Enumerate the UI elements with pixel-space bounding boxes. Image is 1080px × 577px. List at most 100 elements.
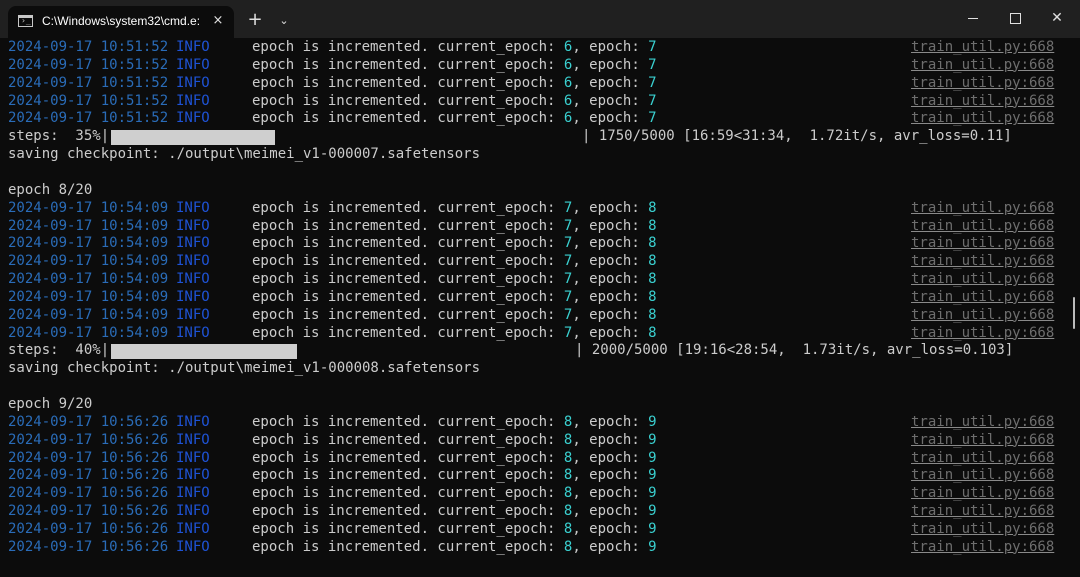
close-button[interactable]: ✕ <box>1034 0 1080 36</box>
log-line: 2024-09-17 10:54:09 INFO epoch is incremen… <box>8 253 1072 270</box>
chevron-down-icon[interactable]: ⌄ <box>274 10 294 32</box>
log-line: 2024-09-17 10:54:09 INFO epoch is incremen… <box>8 325 1072 342</box>
log-line: 2024-09-17 10:56:26 INFO epoch is incremen… <box>8 503 1072 520</box>
log-timestamp: 2024-09-17 10:54:09 <box>8 306 169 323</box>
log-timestamp: 2024-09-17 10:54:09 <box>8 324 169 341</box>
terminal-window: C:\Windows\system32\cmd.e: × + ⌄ ✕ 2024-… <box>0 0 1080 577</box>
log-separator: , epoch: <box>572 235 649 252</box>
log-source: train_util.py:668 <box>911 271 1055 288</box>
log-separator: , epoch: <box>572 271 649 288</box>
epoch-value: 8 <box>648 271 657 288</box>
log-separator: , epoch: <box>572 503 649 520</box>
scrollbar-thumb[interactable] <box>1073 297 1075 329</box>
log-message: epoch is incremented. current_epoch: 8, … <box>252 414 657 431</box>
log-message: epoch is incremented. current_epoch: 8, … <box>252 432 657 449</box>
log-line: 2024-09-17 10:54:09 INFO epoch is incremen… <box>8 235 1072 252</box>
log-line: 2024-09-17 10:51:52 INFO epoch is incremen… <box>8 39 1072 56</box>
log-line: 2024-09-17 10:51:52 INFO epoch is incremen… <box>8 110 1072 127</box>
log-line: 2024-09-17 10:54:09 INFO epoch is incremen… <box>8 200 1072 217</box>
checkpoint-text: saving checkpoint: ./output\meimei_v1-00… <box>8 146 481 163</box>
log-message: epoch is incremented. current_epoch: 7, … <box>252 253 657 270</box>
epoch-value: 9 <box>648 431 657 448</box>
log-level: INFO <box>176 538 210 555</box>
maximize-button[interactable] <box>992 0 1038 36</box>
epoch-value: 9 <box>648 503 657 520</box>
log-timestamp: 2024-09-17 10:54:09 <box>8 199 169 216</box>
log-timestamp: 2024-09-17 10:51:52 <box>8 74 169 91</box>
log-line: 2024-09-17 10:56:26 INFO epoch is incremen… <box>8 450 1072 467</box>
log-timestamp: 2024-09-17 10:54:09 <box>8 288 169 305</box>
log-timestamp: 2024-09-17 10:51:52 <box>8 110 169 127</box>
log-source: train_util.py:668 <box>911 253 1055 270</box>
log-message-text: epoch is incremented. current_epoch: <box>252 235 564 252</box>
new-tab-button[interactable]: + <box>244 10 266 32</box>
log-separator: , epoch: <box>572 39 649 55</box>
log-message-text: epoch is incremented. current_epoch: <box>252 217 564 234</box>
log-timestamp: 2024-09-17 10:54:09 <box>8 217 169 234</box>
terminal-icon <box>18 15 33 27</box>
log-message: epoch is incremented. current_epoch: 8, … <box>252 539 657 556</box>
log-source: train_util.py:668 <box>911 306 1055 323</box>
log-timestamp: 2024-09-17 10:56:26 <box>8 538 169 555</box>
log-separator: , epoch: <box>572 467 649 484</box>
epoch-value: 7 <box>648 56 657 73</box>
log-source: train_util.py:668 <box>911 74 1055 91</box>
log-level: INFO <box>176 271 210 288</box>
log-message-text: epoch is incremented. current_epoch: <box>252 92 564 109</box>
log-message: epoch is incremented. current_epoch: 7, … <box>252 271 657 288</box>
log-separator: , epoch: <box>572 306 649 323</box>
log-message-text: epoch is incremented. current_epoch: <box>252 485 564 502</box>
log-message: epoch is incremented. current_epoch: 6, … <box>252 39 657 56</box>
log-level: INFO <box>176 324 210 341</box>
log-timestamp: 2024-09-17 10:56:26 <box>8 520 169 537</box>
minimize-button[interactable] <box>950 0 996 36</box>
progress-bar-fill <box>111 130 276 146</box>
log-separator: , epoch: <box>572 324 649 341</box>
tab-title: C:\Windows\system32\cmd.e: <box>42 14 201 28</box>
epoch-value: 9 <box>648 449 657 466</box>
epoch-value: 8 <box>648 217 657 234</box>
log-source: train_util.py:668 <box>911 449 1055 466</box>
log-message-text: epoch is incremented. current_epoch: <box>252 199 564 216</box>
log-level: INFO <box>176 110 210 127</box>
log-message: epoch is incremented. current_epoch: 7, … <box>252 325 657 342</box>
log-message: epoch is incremented. current_epoch: 8, … <box>252 485 657 502</box>
log-level: INFO <box>176 253 210 270</box>
log-line: 2024-09-17 10:54:09 INFO epoch is incremen… <box>8 271 1072 288</box>
log-message-text: epoch is incremented. current_epoch: <box>252 431 564 448</box>
title-bar: C:\Windows\system32\cmd.e: × + ⌄ ✕ <box>0 0 1080 38</box>
log-message-text: epoch is incremented. current_epoch: <box>252 271 564 288</box>
log-source: train_util.py:668 <box>911 235 1055 252</box>
console-output[interactable]: 2024-09-17 10:51:52 INFO epoch is incremen… <box>0 38 1080 577</box>
log-timestamp: 2024-09-17 10:56:26 <box>8 503 169 520</box>
log-line: 2024-09-17 10:54:09 INFO epoch is incremen… <box>8 289 1072 306</box>
epoch-value: 9 <box>648 467 657 484</box>
tab-cmd[interactable]: C:\Windows\system32\cmd.e: × <box>8 6 234 38</box>
tab-close-icon[interactable]: × <box>208 11 228 31</box>
log-source: train_util.py:668 <box>911 39 1055 55</box>
log-line: 2024-09-17 10:56:26 INFO epoch is incremen… <box>8 414 1072 431</box>
log-timestamp: 2024-09-17 10:56:26 <box>8 485 169 502</box>
minimize-icon <box>968 18 978 19</box>
log-level: INFO <box>176 199 210 216</box>
log-separator: , epoch: <box>572 538 649 555</box>
log-separator: , epoch: <box>572 74 649 91</box>
log-separator: , epoch: <box>572 431 649 448</box>
progress-stats: | 2000/5000 [19:16<28:54, 1.73it/s, avr_… <box>575 342 1014 359</box>
log-separator: , epoch: <box>572 56 649 73</box>
log-level: INFO <box>176 217 210 234</box>
epoch-header: epoch 9/20 <box>8 396 1072 413</box>
progress-label: steps: 40%| <box>8 342 110 359</box>
log-source: train_util.py:668 <box>911 431 1055 448</box>
log-level: INFO <box>176 485 210 502</box>
epoch-header-text: epoch 8/20 <box>8 181 93 198</box>
log-message-text: epoch is incremented. current_epoch: <box>252 306 564 323</box>
log-line: 2024-09-17 10:54:09 INFO epoch is incremen… <box>8 307 1072 324</box>
epoch-value: 8 <box>648 306 657 323</box>
log-separator: , epoch: <box>572 110 649 127</box>
log-separator: , epoch: <box>572 199 649 216</box>
log-message-text: epoch is incremented. current_epoch: <box>252 110 564 127</box>
log-timestamp: 2024-09-17 10:56:26 <box>8 413 169 430</box>
log-line: 2024-09-17 10:56:26 INFO epoch is incremen… <box>8 467 1072 484</box>
log-line: 2024-09-17 10:51:52 INFO epoch is incremen… <box>8 93 1072 110</box>
